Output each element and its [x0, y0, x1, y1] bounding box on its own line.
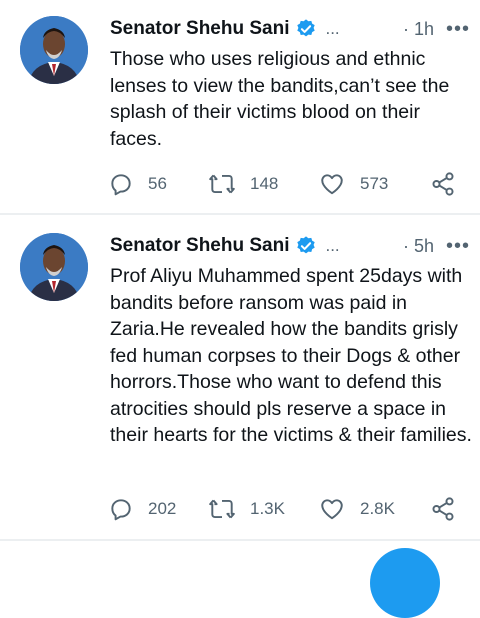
more-options-icon[interactable]: •••	[446, 18, 470, 41]
avatar[interactable]	[20, 233, 88, 301]
like-icon	[321, 499, 343, 520]
reply-icon	[111, 499, 131, 521]
verified-badge-icon	[295, 18, 317, 40]
reply-button[interactable]: 202	[108, 494, 176, 524]
compose-tweet-button[interactable]	[370, 548, 440, 618]
like-count: 573	[360, 174, 389, 193]
share-button[interactable]	[430, 169, 456, 199]
retweet-icon	[209, 174, 235, 194]
timestamp[interactable]: · 5h	[403, 236, 434, 257]
like-button[interactable]: 573	[318, 169, 388, 199]
reply-count: 202	[148, 499, 177, 518]
author-name[interactable]: Senator Shehu Sani	[110, 18, 289, 40]
tweet[interactable]: Senator Shehu Sani ... · 1h ••• Those wh…	[0, 14, 480, 214]
verified-badge-icon	[295, 235, 317, 257]
like-count: 2.8K	[360, 499, 395, 518]
retweet-button[interactable]: 1.3K	[208, 494, 285, 524]
like-button[interactable]: 2.8K	[318, 494, 395, 524]
retweet-count: 148	[250, 174, 279, 193]
share-icon	[432, 172, 454, 196]
tweet-text: Those who uses religious and ethnic lens…	[110, 48, 450, 150]
retweet-count: 1.3K	[250, 499, 285, 518]
retweet-button[interactable]: 148	[208, 169, 278, 199]
reply-button[interactable]: 56	[108, 169, 167, 199]
like-icon	[321, 174, 343, 195]
share-icon	[432, 497, 454, 521]
reply-icon	[111, 174, 131, 196]
divider	[0, 539, 480, 541]
timestamp[interactable]: · 1h	[403, 19, 434, 40]
author-name[interactable]: Senator Shehu Sani	[110, 235, 289, 257]
retweet-icon	[209, 499, 235, 519]
handle-truncated: ...	[325, 19, 340, 38]
more-options-icon[interactable]: •••	[446, 235, 470, 258]
handle-truncated: ...	[325, 236, 340, 255]
avatar[interactable]	[20, 16, 88, 84]
reply-count: 56	[148, 174, 167, 193]
share-button[interactable]	[430, 494, 456, 524]
divider	[0, 213, 480, 215]
tweet[interactable]: Senator Shehu Sani ... · 5h ••• Prof Ali…	[0, 231, 480, 531]
tweet-text: Prof Aliyu Muhammed spent 25days with ba…	[110, 265, 472, 446]
